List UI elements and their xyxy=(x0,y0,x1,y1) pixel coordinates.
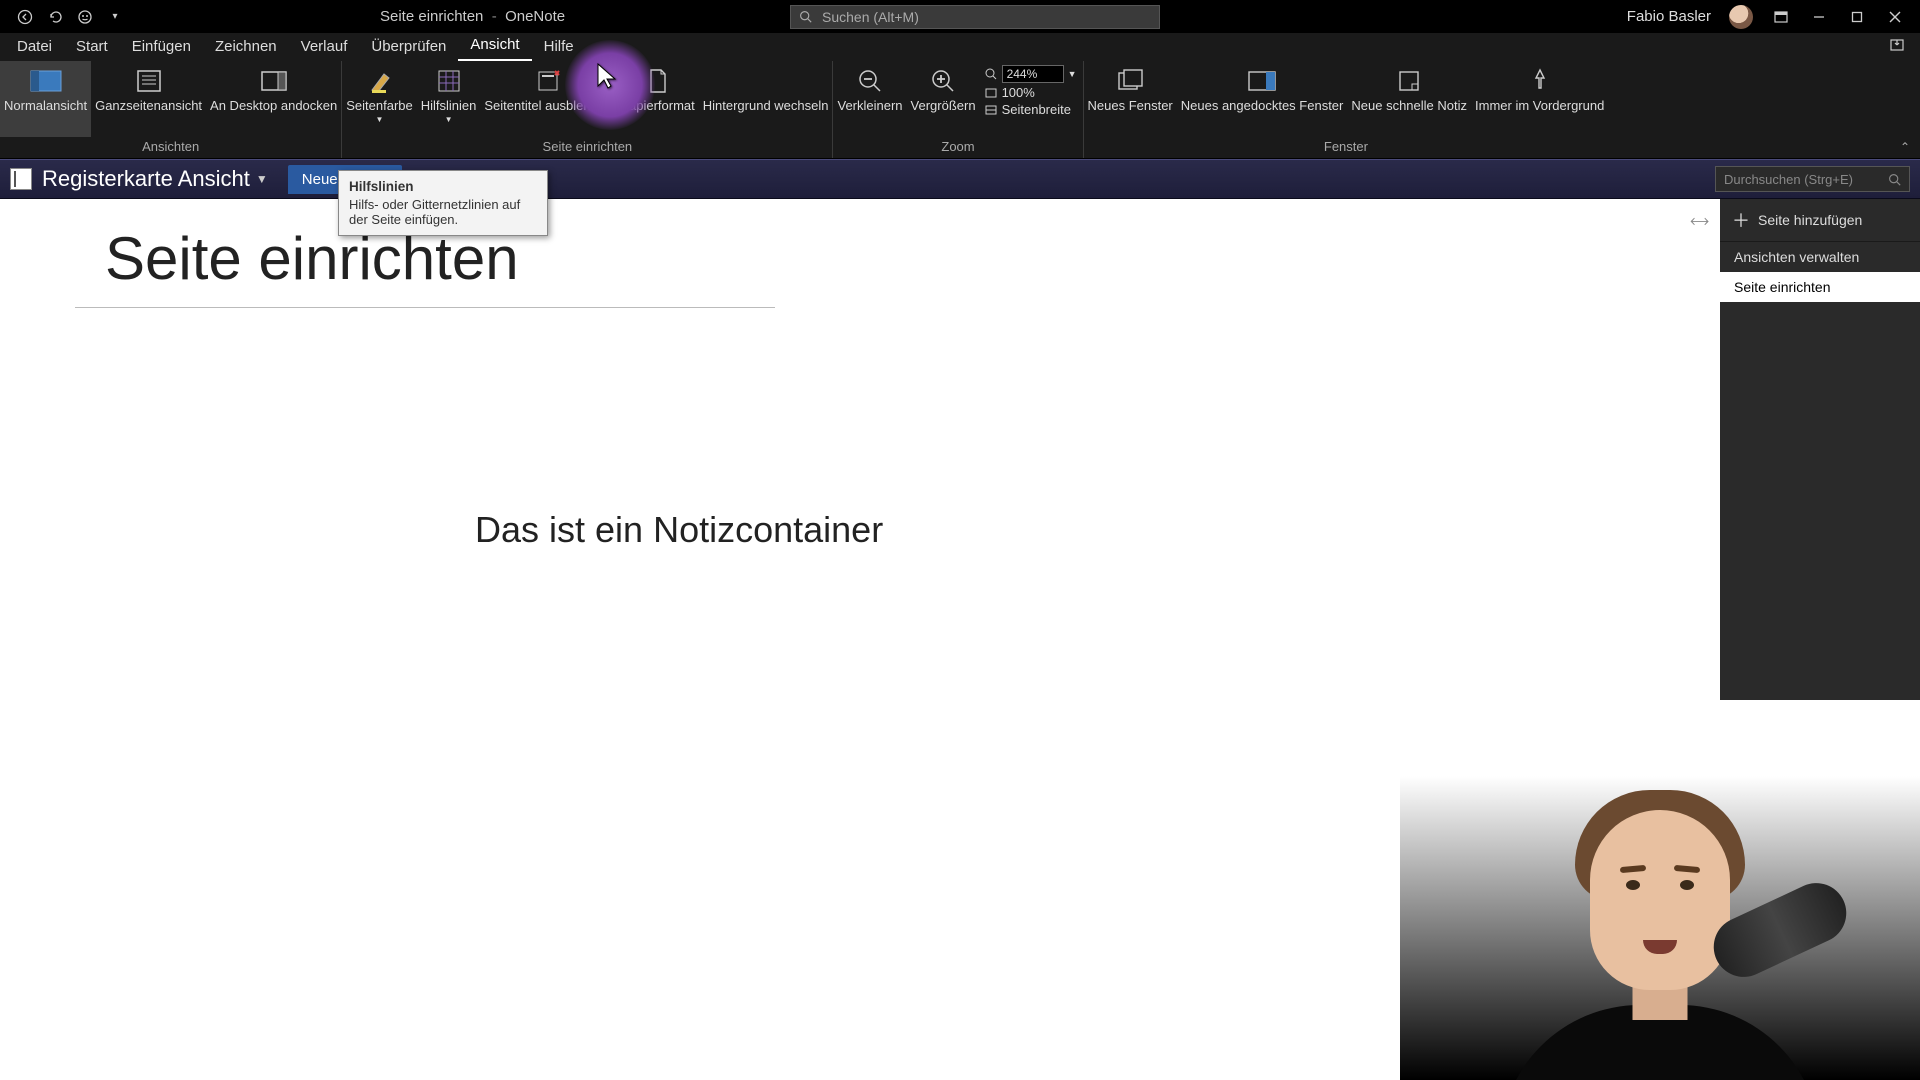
zoom-100-row[interactable]: 100% xyxy=(984,85,1077,100)
chevron-down-icon[interactable]: ▼ xyxy=(1068,69,1077,79)
chevron-down-icon[interactable]: ▼ xyxy=(256,172,268,186)
group-label-fenster: Fenster xyxy=(1084,137,1609,158)
tooltip-body: Hilfs- oder Gitternetzlinien auf der Sei… xyxy=(349,197,537,227)
rect-icon xyxy=(984,86,998,100)
user-name[interactable]: Fabio Basler xyxy=(1627,8,1711,25)
new-window-icon xyxy=(1112,67,1148,95)
group-label-ansichten: Ansichten xyxy=(0,137,341,158)
paper-size-icon xyxy=(640,67,676,95)
share-icon[interactable] xyxy=(1889,37,1905,53)
ribbon-group-ansichten: Normalansicht Ganzseitenansicht An Deskt… xyxy=(0,61,342,158)
tab-datei[interactable]: Datei xyxy=(5,34,64,61)
tab-ansicht[interactable]: Ansicht xyxy=(458,32,531,61)
hintergrund-wechseln-button[interactable]: Hintergrund wechseln xyxy=(699,61,833,137)
ribbon-display-icon[interactable] xyxy=(1771,7,1791,27)
neue-schnelle-notiz-button[interactable]: Neue schnelle Notiz xyxy=(1347,61,1471,137)
tooltip-title: Hilfslinien xyxy=(349,179,537,194)
hilfslinien-button[interactable]: Hilfslinien ▼ xyxy=(417,61,481,137)
group-label-seite: Seite einrichten xyxy=(342,137,832,158)
tab-einfuegen[interactable]: Einfügen xyxy=(120,34,203,61)
dock-icon xyxy=(256,67,292,95)
tab-start[interactable]: Start xyxy=(64,34,120,61)
zoom-icon xyxy=(984,67,998,81)
ribbon-group-fenster: Neues Fenster Neues angedocktes Fenster … xyxy=(1084,61,1609,158)
ribbon-group-zoom: Verkleinern Vergrößern ▼ 100% Seiten xyxy=(833,61,1083,158)
ribbon: Normalansicht Ganzseitenansicht An Deskt… xyxy=(0,61,1920,159)
close-icon[interactable] xyxy=(1885,7,1905,27)
search-placeholder: Suchen (Alt+M) xyxy=(822,9,919,25)
qat-dropdown-icon[interactable]: ▾ xyxy=(105,7,125,27)
titlebar-right: Fabio Basler xyxy=(1627,5,1920,29)
search-icon xyxy=(1888,173,1901,186)
search-box[interactable]: Suchen (Alt+M) xyxy=(790,5,1160,29)
ribbon-group-seite-einrichten: Seitenfarbe ▼ Hilfslinien ▼ Seitentitel … xyxy=(342,61,833,158)
pagewidth-icon xyxy=(984,103,998,117)
vergroessern-button[interactable]: Vergrößern xyxy=(907,61,980,137)
neues-fenster-button[interactable]: Neues Fenster xyxy=(1084,61,1177,137)
menu-row: Datei Start Einfügen Zeichnen Verlauf Üb… xyxy=(0,33,1920,61)
notebook-icon[interactable] xyxy=(10,168,32,190)
always-on-top-icon xyxy=(1522,67,1558,95)
zoom-input[interactable] xyxy=(1002,65,1064,83)
avatar[interactable] xyxy=(1729,5,1753,29)
group-label-zoom: Zoom xyxy=(833,137,1082,158)
window-title: Seite einrichten - OneNote xyxy=(380,8,565,25)
verkleinern-button[interactable]: Verkleinern xyxy=(833,61,906,137)
collapse-ribbon-icon[interactable]: ⌃ xyxy=(1900,140,1910,154)
ganzseitenansicht-button[interactable]: Ganzseitenansicht xyxy=(91,61,206,137)
zoom-options: ▼ 100% Seitenbreite xyxy=(980,61,1083,137)
search-icon xyxy=(799,10,812,23)
page-color-icon xyxy=(362,67,398,95)
page-item[interactable]: Seite einrichten xyxy=(1720,272,1920,302)
zoom-out-icon xyxy=(852,67,888,95)
chevron-down-icon: ▼ xyxy=(376,115,384,124)
seitentitel-ausblenden-button[interactable]: Seitentitel ausblenden xyxy=(480,61,616,137)
add-page-button[interactable]: ＋ Seite hinzufügen xyxy=(1720,199,1920,242)
tab-zeichnen[interactable]: Zeichnen xyxy=(203,34,289,61)
undo-icon[interactable] xyxy=(45,7,65,27)
seitenfarbe-button[interactable]: Seitenfarbe ▼ xyxy=(342,61,417,137)
minimize-icon[interactable] xyxy=(1809,7,1829,27)
zoom-value-row[interactable]: ▼ xyxy=(984,65,1077,83)
plus-icon: ＋ xyxy=(1732,207,1750,233)
titlebar-left-icons: ▾ xyxy=(0,7,125,27)
normal-view-icon xyxy=(28,67,64,95)
immer-im-vordergrund-button[interactable]: Immer im Vordergrund xyxy=(1471,61,1608,137)
zoom-in-icon xyxy=(925,67,961,95)
expand-icon[interactable]: ⤢ xyxy=(1686,209,1711,234)
note-container[interactable]: Das ist ein Notizcontainer xyxy=(475,509,883,551)
hide-title-icon xyxy=(530,67,566,95)
change-background-icon xyxy=(748,67,784,95)
tab-ueberpruefen[interactable]: Überprüfen xyxy=(359,34,458,61)
title-bar: ▾ Seite einrichten - OneNote Suchen (Alt… xyxy=(0,0,1920,33)
page-item[interactable]: Ansichten verwalten xyxy=(1720,242,1920,272)
tab-verlauf[interactable]: Verlauf xyxy=(289,34,360,61)
normalansicht-button[interactable]: Normalansicht xyxy=(0,61,91,137)
chevron-down-icon: ▼ xyxy=(445,115,453,124)
notebook-bar: Registerkarte Ansicht ▼ Neuer Absch Durc… xyxy=(0,159,1920,199)
title-underline xyxy=(75,307,775,308)
notebook-name[interactable]: Registerkarte Ansicht xyxy=(42,166,250,192)
neues-angedocktes-fenster-button[interactable]: Neues angedocktes Fenster xyxy=(1177,61,1348,137)
zoom-pagewidth-row[interactable]: Seitenbreite xyxy=(984,102,1077,117)
webcam-overlay xyxy=(1400,700,1920,1080)
new-docked-window-icon xyxy=(1244,67,1280,95)
papierformat-button[interactable]: Papierformat xyxy=(616,61,698,137)
page-search-placeholder: Durchsuchen (Strg+E) xyxy=(1724,172,1853,187)
quick-note-icon xyxy=(1391,67,1427,95)
presenter xyxy=(1510,750,1810,1080)
tooltip-hilfslinien: Hilfslinien Hilfs- oder Gitternetzlinien… xyxy=(338,170,548,236)
an-desktop-andocken-button[interactable]: An Desktop andocken xyxy=(206,61,341,137)
gridlines-icon xyxy=(431,67,467,95)
back-icon[interactable] xyxy=(15,7,35,27)
maximize-icon[interactable] xyxy=(1847,7,1867,27)
tab-hilfe[interactable]: Hilfe xyxy=(532,34,586,61)
fullpage-view-icon xyxy=(131,67,167,95)
touch-mode-icon[interactable] xyxy=(75,7,95,27)
page-search-box[interactable]: Durchsuchen (Strg+E) xyxy=(1715,166,1910,192)
